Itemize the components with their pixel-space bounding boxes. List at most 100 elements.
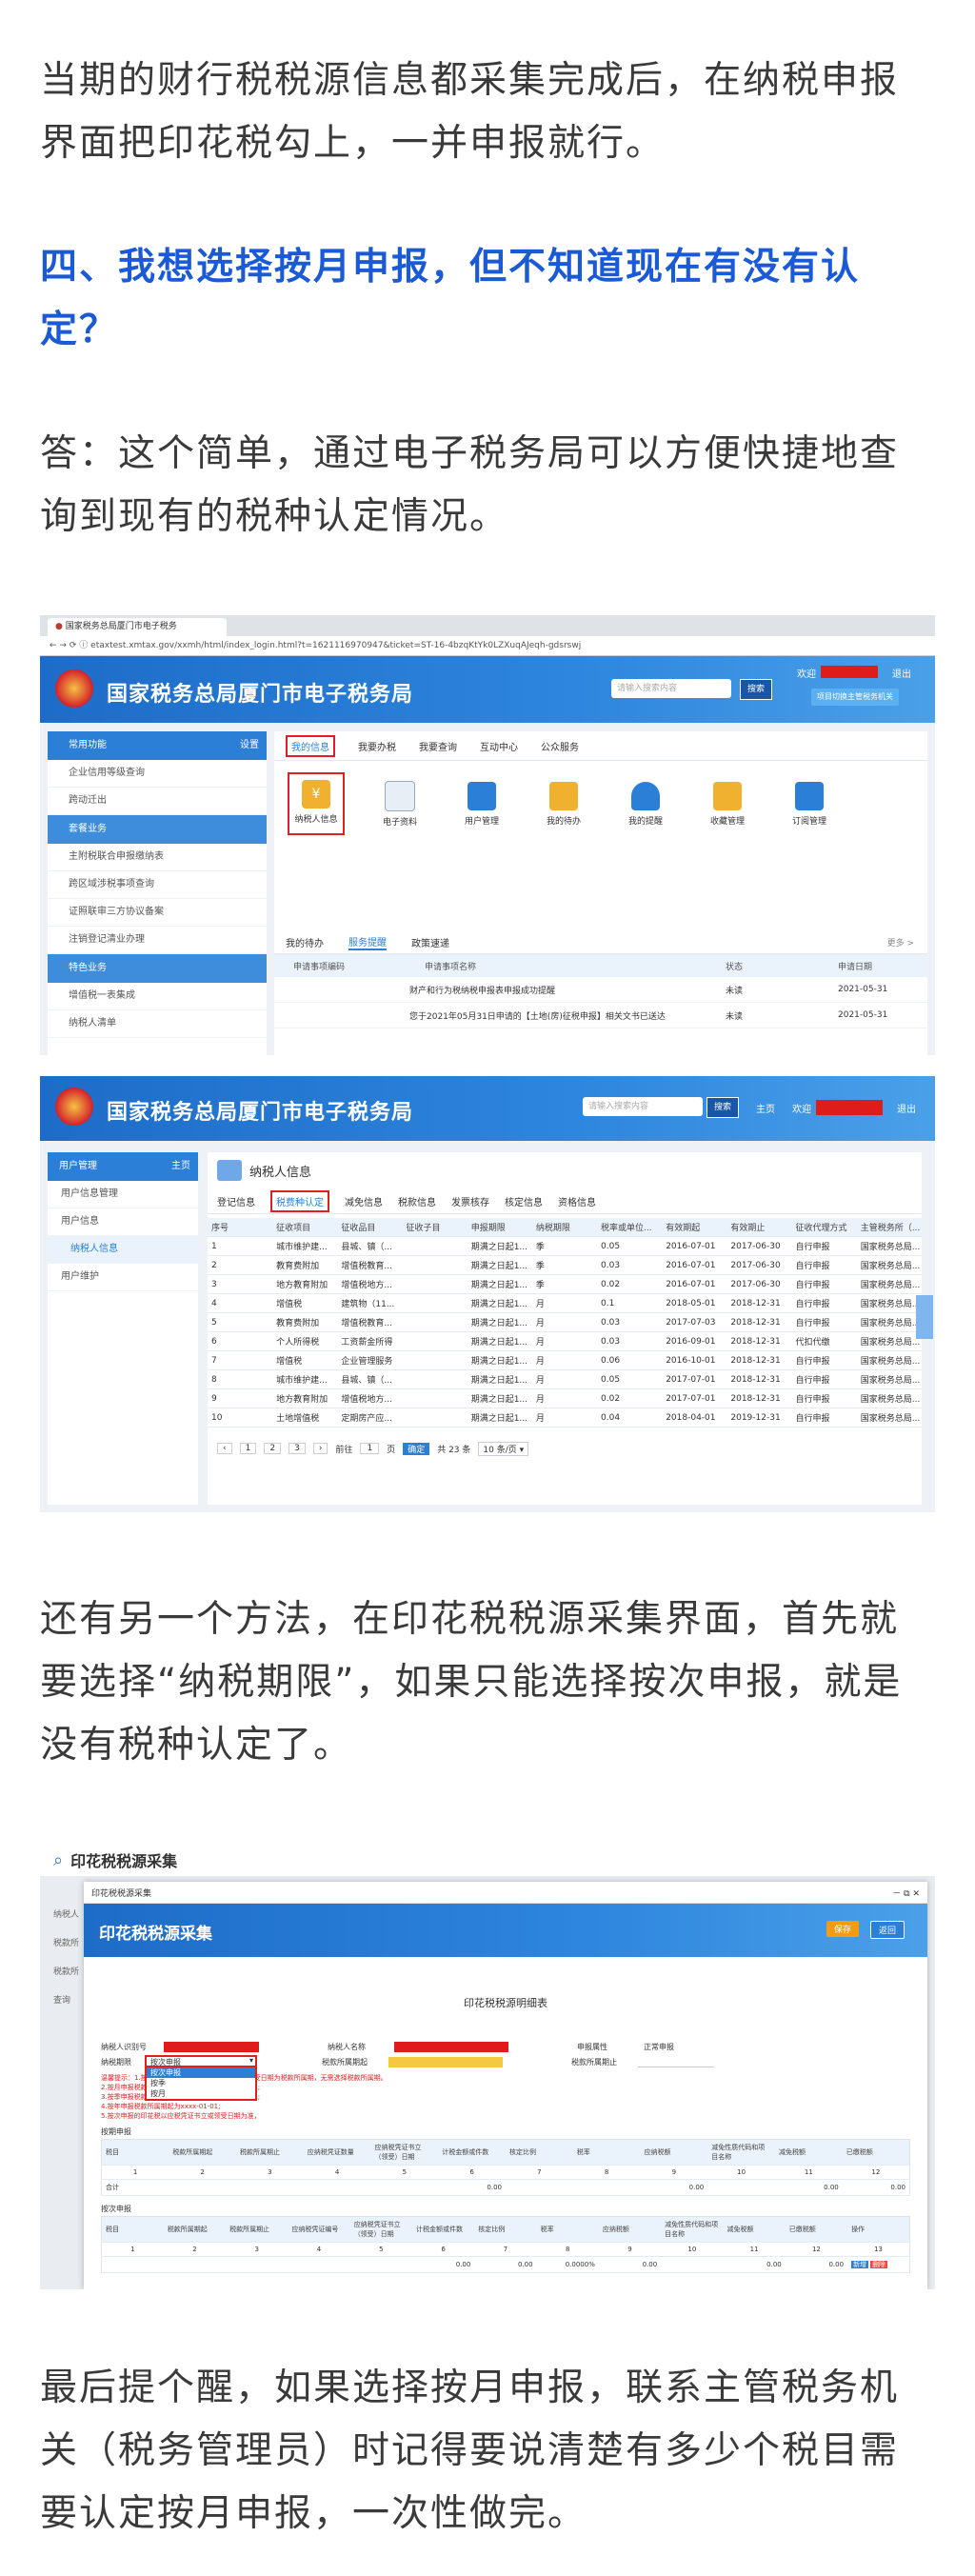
home-link[interactable]: 主页 — [756, 1101, 775, 1115]
sidebar-item[interactable]: 跨动迁出 — [48, 788, 267, 815]
nav-item[interactable]: 用户信息管理 — [48, 1181, 198, 1208]
table-row[interactable]: 9 地方教育附加 增值税地方... 期满之日起1... 月 0.02 2017-07-01 2… — [208, 1388, 922, 1408]
table-row[interactable]: 10 土地增值税 定期房产应... 期满之日起1... 月 0.04 2018-04-01 2… — [208, 1408, 922, 1428]
page-jump-input[interactable]: 1 — [360, 1443, 380, 1454]
page-3[interactable]: 3 — [289, 1443, 306, 1454]
search-input[interactable]: 请输入搜索内容 — [583, 1097, 703, 1116]
sidebar-item[interactable]: 注销登记清业办理 — [48, 927, 267, 954]
page-size-select[interactable]: 10 条/页 ▾ — [478, 1441, 529, 1456]
tab-do-tax[interactable]: 我要办税 — [358, 739, 396, 753]
table-cell: 0.05 — [597, 1236, 663, 1256]
sidebar-item[interactable]: 主附税联合申报缴纳表 — [48, 844, 267, 871]
nav-item-active[interactable]: 纳税人信息 — [48, 1236, 198, 1264]
sidebar-item[interactable]: 增值税一表集成 — [48, 983, 267, 1010]
table-row[interactable]: 5 教育费附加 增值税教育... 期满之日起1... 月 0.03 2017-07-03 20… — [208, 1312, 922, 1332]
table-cell[interactable] — [349, 2256, 412, 2273]
more-link[interactable]: 更多 > — [887, 936, 927, 949]
nav-item[interactable]: 用户维护 — [48, 1264, 198, 1291]
tab-interaction[interactable]: 互动中心 — [480, 739, 518, 753]
sidebar-section[interactable]: 特色业务 — [48, 954, 267, 983]
tab-query[interactable]: 我要查询 — [419, 739, 457, 753]
tab-tax-payment[interactable]: 税款信息 — [398, 1194, 436, 1208]
add-button[interactable]: 新增 — [851, 2261, 869, 2268]
sidebar-section[interactable]: 套餐业务 — [48, 815, 267, 844]
period-end-field[interactable] — [638, 2056, 714, 2067]
period-start-field[interactable] — [388, 2056, 503, 2067]
tab-invoice[interactable]: 发票核存 — [451, 1194, 489, 1208]
outer-title: ⌕ 印花税税源采集 — [40, 1844, 935, 1876]
notice-row[interactable]: 您于2021年05月31日申请的【土地(房)征税申报】相关文书已送达 未读 20… — [274, 1003, 927, 1028]
table-row[interactable]: 8 城市维护建... 县城、镇（... 期满之日起1... 月 0.05 2017-07-0… — [208, 1369, 922, 1389]
column-header: 减免税额 — [723, 2216, 786, 2243]
browser-tab[interactable]: ● 国家税务总局厦门市电子税务 — [48, 618, 227, 636]
table-row[interactable]: 4 增值税 建筑物（11... 期满之日起1... 月 0.1 2018-05-01 2018… — [208, 1293, 922, 1313]
table-cell: 2017-06-30 — [726, 1274, 792, 1294]
table-cell: 月 — [531, 1331, 598, 1351]
sidebar-item[interactable]: 证照联审三方协议备案 — [48, 899, 267, 927]
search-button[interactable]: 搜索 — [706, 1097, 739, 1118]
tab-qualification[interactable]: 资格信息 — [558, 1194, 596, 1208]
favorites-tile[interactable]: 收藏管理 — [701, 781, 754, 827]
taxpayer-info-tile[interactable]: ¥ 纳税人信息 — [288, 772, 345, 835]
option-monthly[interactable]: 按月 — [147, 2088, 255, 2099]
logout-link[interactable]: 退出 — [892, 666, 911, 680]
user-name-redacted — [821, 666, 878, 678]
option-per-transaction[interactable]: 按次申报 — [147, 2067, 255, 2078]
window-controls[interactable]: － ⧉ ✕ — [892, 1887, 920, 1899]
declare-attr-field[interactable]: 正常申报 — [644, 2042, 674, 2052]
prev-page-icon[interactable]: ‹ — [217, 1443, 232, 1454]
url-field[interactable]: etaxtest.xmtax.gov/xxmh/html/index_login… — [90, 641, 581, 650]
subscription-tile[interactable]: 订阅管理 — [783, 781, 836, 827]
tab-registration[interactable]: 登记信息 — [217, 1194, 255, 1208]
next-page-icon[interactable]: › — [312, 1443, 328, 1454]
dialog-header: 印花税税源采集 保存 返回 — [84, 1904, 927, 1957]
table-row[interactable]: 1 城市维护建... 县城、镇（... 期满之日起1... 季 0.05 2016-07-0… — [208, 1236, 922, 1256]
table-row[interactable]: 7 增值税 企业管理服务 期满之日起1... 月 0.06 2016-10-01 2018-1… — [208, 1350, 922, 1370]
confirm-button[interactable]: 确定 — [403, 1442, 430, 1455]
table-cell[interactable] — [226, 2256, 289, 2273]
table-row[interactable]: 2 教育费附加 增值税教育... 期满之日起1... 季 0.03 2016-07-01 20… — [208, 1255, 922, 1275]
search-button[interactable]: 搜索 — [740, 679, 772, 700]
e-docs-tile[interactable]: 电子资料 — [373, 780, 427, 828]
delete-button[interactable]: 删除 — [870, 2261, 888, 2268]
sidebar-item[interactable]: 跨区域涉税事项查询 — [48, 871, 267, 899]
table-cell[interactable] — [101, 2256, 164, 2273]
switch-authority-button[interactable]: 项目切换主管税务机关 — [811, 689, 899, 706]
tab-public[interactable]: 公众服务 — [541, 739, 579, 753]
tab-service-reminder[interactable]: 服务提醒 — [348, 934, 387, 950]
back-button[interactable]: 返回 — [870, 1921, 905, 1939]
notice-row[interactable]: 财产和行为税纳税申报表申报成功提醒 未读 2021-05-31 — [274, 977, 927, 1003]
page-2[interactable]: 2 — [264, 1443, 282, 1454]
table-cell: 期满之日起1... — [467, 1369, 532, 1389]
tab-policy[interactable]: 政策速递 — [411, 935, 449, 949]
nav-item[interactable]: 用户信息 — [48, 1208, 198, 1236]
sidebar-item[interactable]: 企业信用等级查询 — [48, 760, 267, 788]
page-1[interactable]: 1 — [239, 1443, 257, 1454]
option-quarterly[interactable]: 按季 — [147, 2078, 255, 2088]
tab-assessment[interactable]: 核定信息 — [505, 1194, 543, 1208]
sidebar-settings-link[interactable]: 设置 — [240, 731, 259, 760]
bell-icon — [631, 781, 660, 810]
todo-tile[interactable]: 我的待办 — [537, 781, 590, 827]
table-cell[interactable] — [288, 2256, 350, 2273]
tab-todo[interactable]: 我的待办 — [286, 935, 324, 949]
table-cell[interactable] — [163, 2256, 227, 2273]
table-row[interactable]: 3 地方教育附加 增值税地方... 期满之日起1... 季 0.02 2016-07-01 2… — [208, 1274, 922, 1294]
tab-tax-type[interactable]: 税费种认定 — [270, 1189, 329, 1212]
forward-icon[interactable]: → — [59, 641, 67, 650]
tab-my-info[interactable]: 我的信息 — [286, 734, 335, 757]
float-star-icon[interactable] — [916, 1295, 933, 1339]
search-input[interactable]: 请输入搜索内容 — [611, 679, 731, 698]
back-icon[interactable]: ← — [50, 641, 57, 650]
table-row[interactable]: 6 个人所得税 工资薪金所得 期满之日起1... 月 0.03 2016-09-01 2018… — [208, 1331, 922, 1351]
tab-reduction[interactable]: 减免信息 — [345, 1194, 383, 1208]
home-link[interactable]: 主页 — [171, 1152, 190, 1181]
logout-link[interactable]: 退出 — [897, 1101, 916, 1115]
save-button[interactable]: 保存 — [826, 1921, 860, 1937]
reminder-tile[interactable]: 我的提醒 — [619, 781, 672, 827]
sidebar-item[interactable]: 纳税人清单 — [48, 1010, 267, 1038]
column-number: 10 — [661, 2242, 724, 2257]
reload-icon[interactable]: ⟳ — [70, 641, 77, 650]
user-mgmt-tile[interactable]: 用户管理 — [455, 781, 508, 827]
table-cell: 7 — [208, 1350, 273, 1370]
